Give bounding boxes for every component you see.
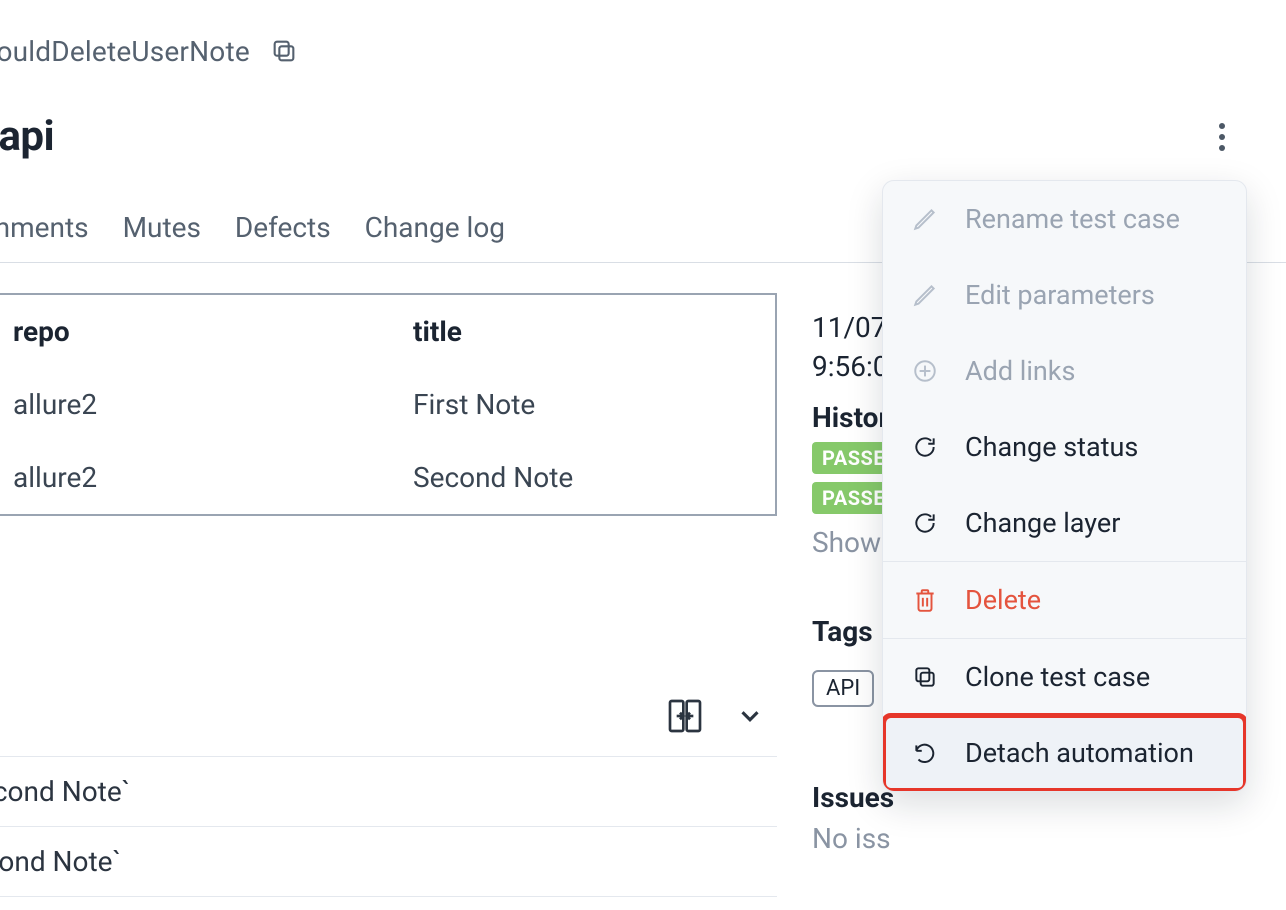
title-row: ue via api <box>0 72 1286 161</box>
menu-item-add-links[interactable]: Add links <box>883 333 1246 409</box>
menu-label: Clone test case <box>965 661 1150 693</box>
menu-item-change-layer[interactable]: Change layer <box>883 485 1246 561</box>
tab-defects[interactable]: Defects <box>235 211 331 244</box>
table-row: allure2 First Note <box>0 368 775 441</box>
menu-item-clone[interactable]: Clone test case <box>883 639 1246 715</box>
menu-label: Detach automation <box>965 737 1194 769</box>
page-title: ue via api <box>0 112 54 161</box>
copy-icon[interactable] <box>268 35 300 67</box>
menu-item-rename[interactable]: Rename test case <box>883 181 1246 257</box>
menu-label: Edit parameters <box>965 279 1155 311</box>
cell-repo: allure2 <box>0 368 365 441</box>
trash-icon <box>911 586 939 614</box>
plus-circle-icon <box>911 357 939 385</box>
copy-icon <box>911 663 939 691</box>
menu-item-edit-parameters[interactable]: Edit parameters <box>883 257 1246 333</box>
step-text: tle `Second Note` <box>0 775 130 808</box>
cell-title: First Note <box>365 368 775 441</box>
menu-label: Add links <box>965 355 1075 387</box>
menu-item-detach-automation[interactable]: Detach automation <box>883 715 1246 791</box>
breadcrumb: stTest.shouldDeleteUserNote <box>0 35 250 68</box>
refresh-icon <box>911 509 939 537</box>
parameters-table: repo title allure2 First Note allure2 Se… <box>0 293 777 516</box>
list-item[interactable]: tle `Second Note` <box>0 757 777 827</box>
cell-repo: allure2 <box>0 441 365 514</box>
more-menu-button[interactable] <box>1198 113 1246 161</box>
step-text: le `Second Note` <box>0 845 121 878</box>
menu-label: Delete <box>965 584 1041 616</box>
tab-mutes[interactable]: Mutes <box>123 211 201 244</box>
table-header-repo: repo <box>0 295 365 368</box>
tab-change-log[interactable]: Change log <box>365 211 505 244</box>
refresh-icon <box>911 433 939 461</box>
pencil-icon <box>911 281 939 309</box>
tab-attachments[interactable]: chments <box>0 211 89 244</box>
table-header-title: title <box>365 295 775 368</box>
table-row: allure2 Second Note <box>0 441 775 514</box>
menu-item-delete[interactable]: Delete <box>883 562 1246 638</box>
menu-label: Change layer <box>965 507 1120 539</box>
menu-label: Rename test case <box>965 203 1180 235</box>
issues-empty-text: No iss <box>812 822 1268 855</box>
undo-icon <box>911 739 939 767</box>
cell-title: Second Note <box>365 441 775 514</box>
pencil-icon <box>911 205 939 233</box>
diff-icon[interactable] <box>665 696 705 736</box>
steps-list: tle `Second Note` le `Second Note` <box>0 756 777 897</box>
breadcrumb-row: stTest.shouldDeleteUserNote <box>0 0 1286 72</box>
chevron-down-icon[interactable] <box>735 701 765 731</box>
menu-label: Change status <box>965 431 1138 463</box>
tag-pill[interactable]: API <box>812 670 874 707</box>
context-menu: Rename test case Edit parameters Add lin… <box>882 180 1247 792</box>
step-toolbar <box>0 696 777 736</box>
menu-item-change-status[interactable]: Change status <box>883 409 1246 485</box>
list-item[interactable]: le `Second Note` <box>0 827 777 897</box>
